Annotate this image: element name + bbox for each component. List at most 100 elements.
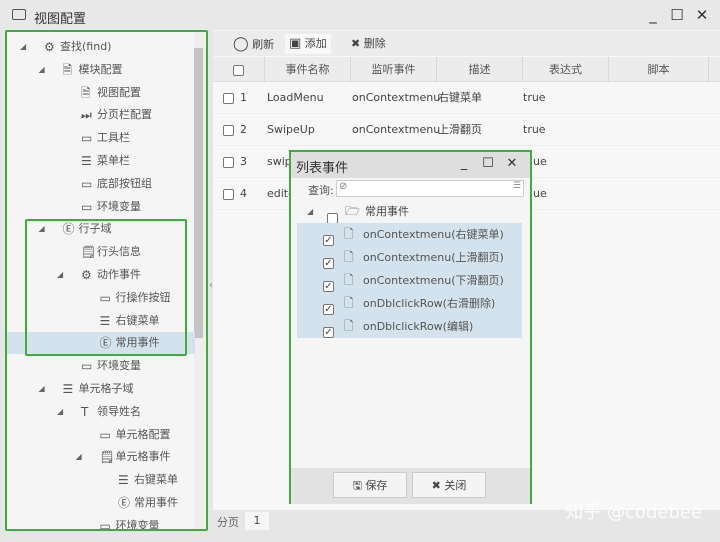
tree-node[interactable]: ▭ 单元格配置 (7, 424, 195, 446)
save-button[interactable]: 🖫 保存 (333, 472, 407, 498)
search-label: 查询: (308, 184, 334, 197)
code-icon: ⊘ (339, 181, 348, 192)
expand-arrow-icon[interactable]: ◢ (39, 59, 45, 81)
expand-arrow-icon[interactable]: ◢ (57, 401, 63, 423)
minimize-button[interactable]: _ (644, 6, 662, 24)
expand-arrow-icon[interactable]: ◢ (39, 378, 45, 400)
cell-description: 右键菜单 (438, 91, 482, 104)
header-script[interactable]: 脚本 (609, 57, 709, 82)
row-checkbox[interactable] (223, 82, 234, 114)
tree-node-label: 环境变量 (115, 518, 160, 531)
tree-node-label: 视图配置 (97, 85, 141, 99)
tree-node-label: 模块配置 (78, 62, 123, 76)
tree-node[interactable]: ▭ 环境变量 (7, 196, 195, 218)
grid-header: 事件名称 监听事件 描述 表达式 脚本 (213, 57, 720, 82)
tree-node[interactable]: ▭ 工具栏 (7, 127, 195, 149)
tree-node[interactable]: ▭ 环境变量 (7, 355, 195, 377)
search-input[interactable]: ⊘ ☰ (336, 180, 524, 197)
cell-event-name: SwipeUp (267, 123, 315, 136)
tree-node-label: 环境变量 (97, 199, 141, 213)
row-number: 3 (240, 155, 247, 168)
event-list-item[interactable]: ✓ 🗋 onContextmenu(上滑翻页) (297, 246, 522, 269)
toolbar: ◯ 刷新 ▣ 添加 ✖ 删除 (213, 31, 720, 56)
cell-expression: true (523, 91, 546, 104)
row-checkbox[interactable] (223, 178, 234, 210)
row-number: 2 (240, 123, 247, 136)
file-icon: 🗋 (344, 250, 354, 264)
header-listen-event[interactable]: 监听事件 (351, 57, 437, 82)
cell-event-name: LoadMenu (267, 91, 324, 104)
close-button[interactable]: ✕ (693, 6, 711, 24)
dialog-title: 列表事件 (296, 161, 349, 176)
file-icon: 🗋 (344, 296, 354, 310)
x-icon: ✖ (351, 37, 361, 50)
dropdown-list-icon[interactable]: ☰ (513, 181, 521, 191)
header-expression[interactable]: 表达式 (523, 57, 609, 82)
folder-open-icon: 🗁 (345, 204, 360, 218)
highlight-box (25, 219, 187, 356)
window-icon: ▭ (99, 427, 111, 442)
row-checkbox[interactable] (223, 146, 234, 178)
tree-node[interactable]: ◢ T 领导姓名 (7, 401, 195, 423)
tree-node-label: 单元格事件 (115, 450, 171, 464)
tree-scrollbar[interactable] (194, 32, 205, 529)
tree-node[interactable]: 🗎 视图配置 (7, 82, 195, 104)
item-checkbox-checked[interactable]: ✓ (323, 320, 334, 343)
tree-node-label: 查找(find) (60, 40, 112, 53)
file-icon: 🗋 (344, 273, 354, 287)
refresh-icon: ◯ (233, 36, 249, 52)
tree-root-node[interactable]: ◢ 🗁 常用事件 (297, 200, 522, 224)
collapse-left-icon[interactable]: ‹ (209, 280, 213, 291)
header-event-name[interactable]: 事件名称 (265, 57, 351, 82)
rectangle-icon: ▭ (99, 518, 111, 531)
expand-arrow-icon[interactable]: ◢ (20, 36, 26, 58)
skip-forward-icon: ⏭ (81, 108, 92, 123)
tree-node[interactable]: ◢ 🗎 模块配置 (7, 59, 195, 81)
tree-node[interactable]: ◢ ⚙ 查找(find) (7, 36, 195, 58)
close-dialog-button[interactable]: ✖ 关闭 (412, 472, 486, 498)
event-list-item[interactable]: ✓ 🗋 onDblclickRow(右滑删除) (297, 292, 522, 315)
table-row[interactable]: 2 SwipeUp onContextmenu 上滑翻页 true (213, 114, 720, 146)
delete-button[interactable]: ✖ 删除 (347, 34, 390, 54)
tree-node[interactable]: ▭ 环境变量 (7, 515, 195, 531)
rectangle-icon: ▭ (81, 199, 93, 214)
header-description[interactable]: 描述 (437, 57, 523, 82)
maximize-button[interactable]: ☐ (668, 6, 686, 24)
tree-node[interactable]: ⏭ 分页栏配置 (7, 104, 195, 126)
tree-node[interactable]: ◢ ☰ 单元格子域 (7, 378, 195, 400)
add-button[interactable]: ▣ 添加 (285, 34, 331, 54)
event-list-item[interactable]: ✓ 🗋 onContextmenu(下滑翻页) (297, 269, 522, 292)
tree-node-label: 常用事件 (134, 496, 178, 509)
file-icon: 🗋 (344, 319, 354, 333)
scrollbar-thumb[interactable] (194, 48, 203, 338)
refresh-button[interactable]: ◯ 刷新 (229, 34, 278, 54)
file-icon: 🗋 (344, 227, 354, 241)
tree-node[interactable]: ◢ 🗒 单元格事件 (7, 446, 195, 468)
table-row[interactable]: 1 LoadMenu onContextmenu 右键菜单 true (213, 82, 720, 114)
row-number: 1 (240, 91, 247, 104)
expand-arrow-icon[interactable]: ◢ (307, 200, 313, 223)
dialog-maximize-button[interactable]: ☐ (479, 155, 497, 173)
select-all-checkbox[interactable] (213, 57, 265, 82)
tree-node[interactable]: ▭ 底部按钮组 (7, 173, 195, 195)
tree-node[interactable]: ☰ 菜单栏 (7, 150, 195, 172)
document-edit-icon: 🗎 (81, 85, 91, 100)
expand-arrow-icon[interactable]: ◢ (76, 446, 82, 468)
menu-lines-icon: ☰ (81, 154, 92, 168)
dialog-close-button[interactable]: ✕ (503, 155, 521, 173)
menu-lines-icon: ☰ (62, 382, 74, 396)
tree-node[interactable]: ☰ 右键菜单 (7, 469, 195, 491)
row-checkbox[interactable] (223, 114, 234, 146)
cell-expression: true (523, 123, 546, 136)
list-events-dialog: 列表事件 _ ☐ ✕ 查询: ⊘ ☰ ◢ 🗁 常用事件 ✓ 🗋 onContex… (289, 150, 532, 504)
dialog-minimize-button[interactable]: _ (455, 155, 473, 173)
page-1-button[interactable]: 1 (245, 512, 269, 530)
tree-node[interactable]: Ⓔ 常用事件 (7, 492, 195, 514)
event-list-item[interactable]: ✓ 🗋 onDblclickRow(编辑) (297, 315, 522, 338)
title-bar: 视图配置 _ ☐ ✕ (0, 0, 720, 30)
tree-node-label: 单元格配置 (115, 427, 171, 441)
event-list-item[interactable]: ✓ 🗋 onContextmenu(右键菜单) (297, 223, 522, 246)
window-icon (12, 9, 26, 20)
tree-node-label: 单元格子域 (78, 382, 134, 395)
dialog-title-bar: 列表事件 _ ☐ ✕ (291, 152, 530, 178)
